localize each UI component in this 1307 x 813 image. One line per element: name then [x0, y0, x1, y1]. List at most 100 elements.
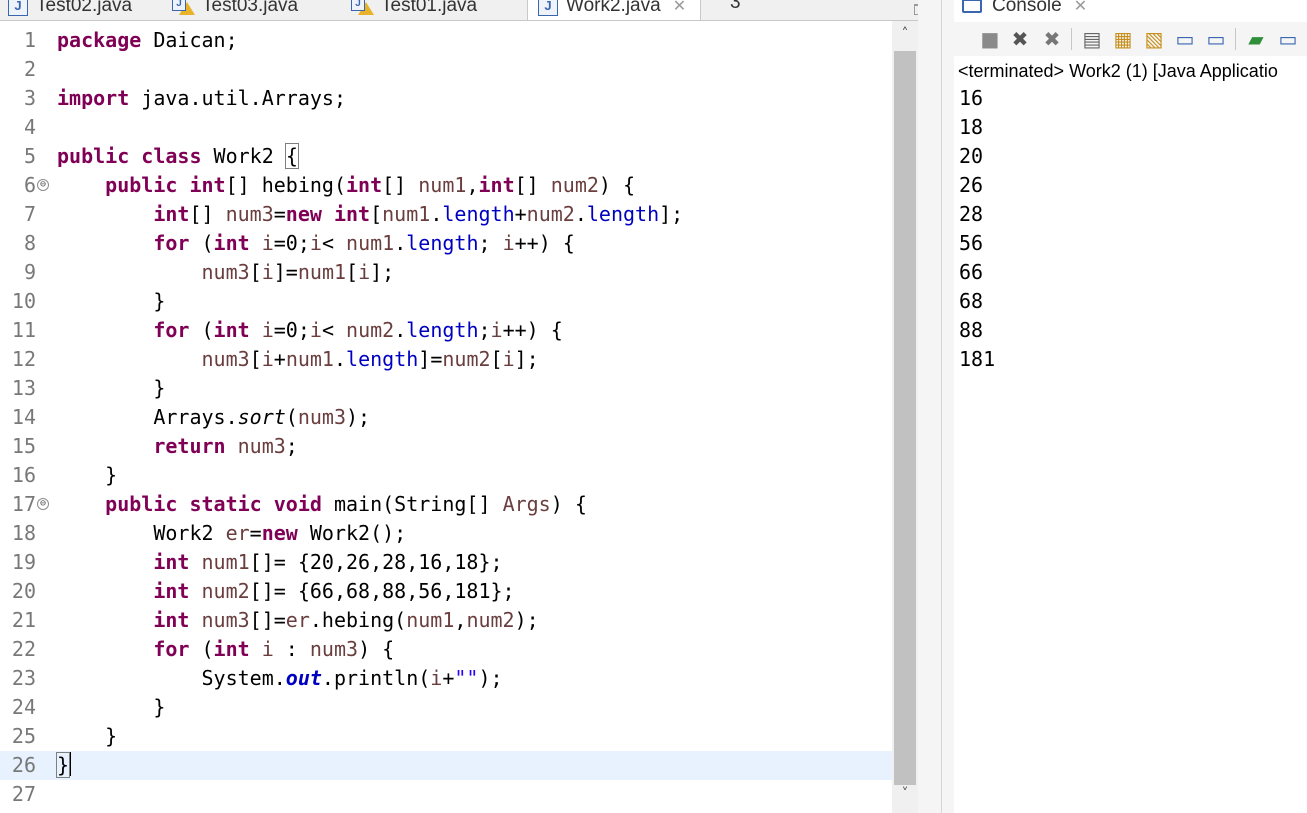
code-line: 23 System.out.println(i+"");	[0, 664, 892, 693]
line-number: 16	[11, 463, 36, 487]
fold-collapse-icon[interactable]: ⊖	[37, 498, 49, 510]
pin-console-icon[interactable]: ▰	[1244, 27, 1268, 51]
code-line: 12 num3[i+num1.length]=num2[i];	[0, 345, 892, 374]
java-file-warning-icon: J	[351, 0, 374, 15]
display-selected-console-icon[interactable]: ▭	[1276, 27, 1300, 51]
close-icon[interactable]: ✕	[673, 0, 686, 16]
scroll-up-arrow-icon[interactable]: ˄	[892, 26, 918, 50]
current-code-line: 26 }	[0, 751, 892, 780]
tab-test03-java[interactable]: J Test03.java	[172, 0, 299, 20]
remove-launch-icon[interactable]: ✖	[1008, 27, 1032, 51]
view-sash[interactable]	[918, 0, 954, 813]
line-number: 9	[23, 260, 36, 284]
line-number: 2	[23, 57, 36, 81]
tab-label: Test02.java	[36, 0, 133, 16]
code-line: 21 int num3[]=er.hebing(num1,num2);	[0, 606, 892, 635]
console-monitor-icon	[962, 0, 982, 13]
fold-collapse-icon[interactable]: ⊖	[37, 179, 49, 191]
editor-tab-bar: J Test02.java J Test03.java J Test01.jav…	[0, 0, 940, 21]
tab-label: Test01.java	[381, 0, 478, 16]
close-icon[interactable]: ✕	[1074, 0, 1087, 16]
tab-work2-java[interactable]: J Work2.java ✕	[527, 0, 702, 20]
line-number: 25	[11, 724, 36, 748]
java-file-icon: J	[538, 0, 558, 16]
line-number: 23	[11, 666, 36, 690]
tab-test01-java[interactable]: J Test01.java	[351, 0, 478, 20]
stop-icon[interactable]: ■	[978, 27, 1002, 51]
console-tab-label: Console	[992, 0, 1062, 16]
line-number: 26	[11, 753, 36, 777]
line-number: 3	[23, 86, 36, 110]
code-line: 4	[0, 113, 892, 142]
tab-console[interactable]: Console ✕	[954, 0, 1087, 20]
line-number: 4	[23, 115, 36, 139]
line-number: 17	[11, 492, 36, 516]
scroll-down-arrow-icon[interactable]: ˅	[892, 786, 918, 810]
tab-label: Test03.java	[202, 0, 299, 16]
clear-console-icon[interactable]: ▤	[1080, 27, 1104, 51]
code-line: 24 }	[0, 693, 892, 722]
tab-test02-java[interactable]: J Test02.java	[8, 0, 132, 20]
java-file-icon: J	[8, 0, 28, 16]
code-line: 1 package Daican;	[0, 26, 892, 55]
code-line: 6 ⊖ public int[] hebing(int[] num1,int[]…	[0, 171, 892, 200]
console-output-line: 20	[959, 144, 984, 168]
code-line: 8 for (int i=0;i< num1.length; i++) {	[0, 229, 892, 258]
show-on-stdout-icon[interactable]: ▭	[1173, 27, 1197, 51]
code-line: 11 for (int i=0;i< num2.length;i++) {	[0, 316, 892, 345]
console-process-description: <terminated> Work2 (1) [Java Applicatio	[958, 61, 1278, 81]
code-line: 27	[0, 780, 892, 809]
editor-vertical-scrollbar[interactable]: ˄ ˅	[892, 21, 918, 813]
code-line: 25 }	[0, 722, 892, 751]
code-line: 19 int num1[]= {20,26,28,16,18};	[0, 548, 892, 577]
scroll-lock-icon[interactable]: ▦	[1111, 27, 1135, 51]
text-cursor	[69, 752, 72, 776]
code-line: 14 Arrays.sort(num3);	[0, 403, 892, 432]
console-output-line: 28	[959, 202, 984, 226]
code-line: 15 return num3;	[0, 432, 892, 461]
console-output-line: 26	[959, 173, 984, 197]
matching-brace-highlight: {	[284, 143, 299, 169]
console-output-line: 181	[959, 347, 996, 371]
line-number: 8	[23, 231, 36, 255]
line-number: 6	[23, 173, 36, 197]
java-file-warning-icon: J	[172, 0, 195, 15]
line-number: 13	[11, 376, 36, 400]
line-number: 19	[11, 550, 36, 574]
console-output-line: 68	[959, 289, 984, 313]
console-output[interactable]: 16 18 20 26 28 56 66 68 88 181	[954, 84, 1307, 813]
line-number: 12	[11, 347, 36, 371]
console-output-line: 16	[959, 86, 984, 110]
tab-label: Work2.java	[566, 0, 661, 16]
console-output-line: 66	[959, 260, 984, 284]
code-line: 7 int[] num3=new int[num1.length+num2.le…	[0, 200, 892, 229]
code-editor[interactable]: 1 package Daican; 2 3 import java.util.A…	[0, 21, 892, 813]
line-number: 10	[11, 289, 36, 313]
code-line: 10 }	[0, 287, 892, 316]
code-line: 13 }	[0, 374, 892, 403]
line-number: 15	[11, 434, 36, 458]
scrollbar-thumb[interactable]	[894, 51, 916, 785]
line-number: 1	[23, 28, 36, 52]
code-line: 20 int num2[]= {66,68,88,56,181};	[0, 577, 892, 606]
divider	[941, 0, 942, 813]
tab-overflow-count[interactable]: 3	[730, 0, 741, 14]
console-output-line: 56	[959, 231, 984, 255]
line-number: 11	[11, 318, 36, 342]
console-output-line: 18	[959, 115, 984, 139]
console-toolbar: ■ ✖ ✖ ▤ ▦ ▧ ▭ ▭ ▰ ▭	[954, 22, 1307, 56]
line-number: 5	[23, 144, 36, 168]
code-line: 2	[0, 55, 892, 84]
code-line: 17 ⊖ public static void main(String[] Ar…	[0, 490, 892, 519]
line-number: 20	[11, 579, 36, 603]
line-number: 18	[11, 521, 36, 545]
console-output-line: 88	[959, 318, 984, 342]
code-line: 3 import java.util.Arrays;	[0, 84, 892, 113]
word-wrap-icon[interactable]: ▧	[1142, 27, 1166, 51]
line-number: 7	[23, 202, 36, 226]
matching-brace-highlight: }	[55, 752, 71, 778]
remove-all-terminated-icon[interactable]: ✖	[1040, 27, 1064, 51]
show-on-stderr-icon[interactable]: ▭	[1204, 27, 1228, 51]
line-number: 24	[11, 695, 36, 719]
code-line: 18 Work2 er=new Work2();	[0, 519, 892, 548]
